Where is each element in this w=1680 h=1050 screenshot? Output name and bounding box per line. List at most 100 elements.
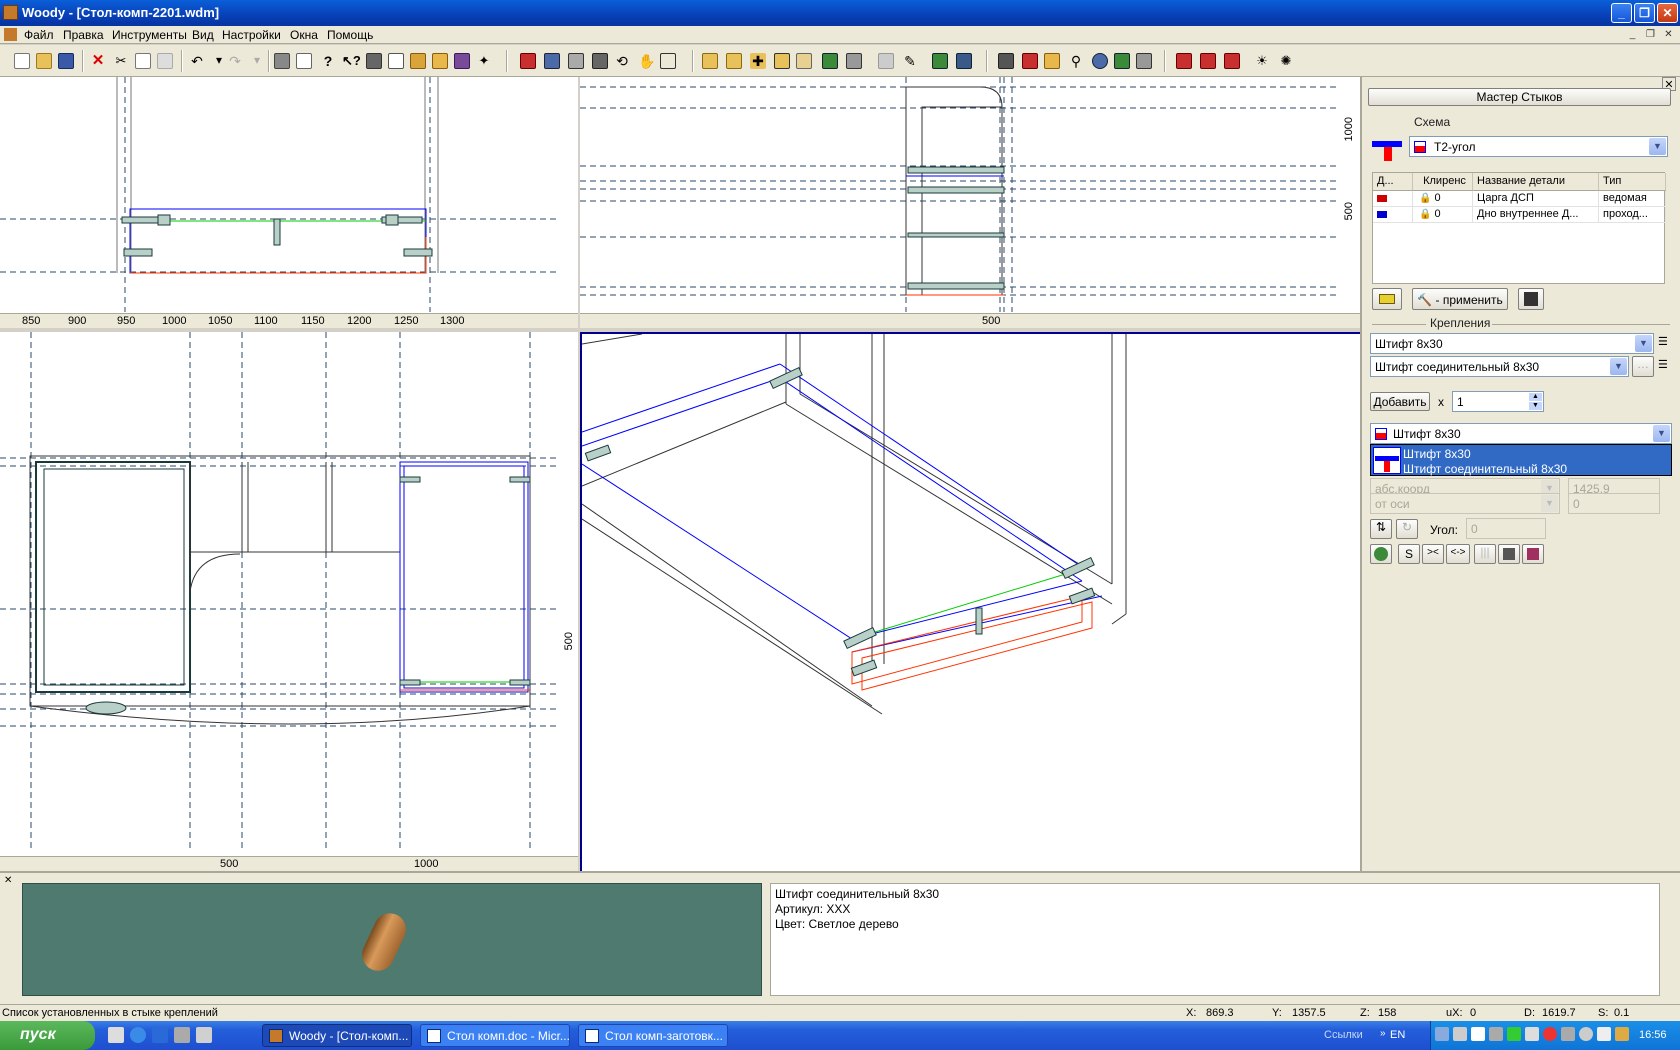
export-icon[interactable] <box>932 53 948 69</box>
explorer-icon[interactable] <box>174 1027 190 1043</box>
col-header-d[interactable]: Д... <box>1373 173 1413 191</box>
material-icon[interactable] <box>410 53 426 69</box>
spin-up-icon[interactable]: ▲ <box>1529 393 1542 401</box>
cube-icon[interactable] <box>878 53 894 69</box>
save-icon[interactable] <box>58 53 74 69</box>
move-icon[interactable]: ✚ <box>750 53 766 69</box>
pan-hand-icon[interactable]: ✋ <box>638 53 655 69</box>
print-preview-icon[interactable] <box>296 53 312 69</box>
apply-button[interactable]: 🔨 - применить <box>1412 288 1508 310</box>
list-icon[interactable]: ☰ <box>1658 358 1672 374</box>
probe-icon[interactable]: ⚲ <box>1068 53 1084 69</box>
task-word-2[interactable]: Стол комп-заготовк... <box>578 1024 728 1047</box>
undo-list-icon[interactable]: ▾ <box>211 53 227 69</box>
eraser-button[interactable] <box>1372 288 1402 310</box>
axis-select[interactable]: от оси ▼ <box>1370 493 1560 514</box>
tray-icon[interactable] <box>1507 1027 1521 1041</box>
show-desktop-icon[interactable] <box>108 1027 124 1043</box>
tray-icon[interactable] <box>1579 1027 1593 1041</box>
tray-icon[interactable] <box>1525 1027 1539 1041</box>
volume-icon[interactable] <box>1471 1027 1485 1041</box>
select-icon[interactable] <box>520 53 536 69</box>
flip-button[interactable]: ⇅ <box>1370 519 1392 539</box>
links-chevron-icon[interactable]: » <box>1380 1028 1386 1039</box>
axis-spinner[interactable]: 0 <box>1568 493 1660 514</box>
viewport-top[interactable]: 850 900 950 1000 1050 1100 1150 1200 125… <box>0 77 578 328</box>
palette-icon[interactable] <box>454 53 470 69</box>
rotate-view-icon[interactable] <box>592 53 608 69</box>
tray-icon[interactable] <box>1561 1027 1575 1041</box>
close-button[interactable]: ✕ <box>1657 3 1678 23</box>
count-spinner[interactable]: 1 ▲ ▼ <box>1452 391 1544 412</box>
folder-icon[interactable] <box>196 1027 212 1043</box>
chevron-down-icon[interactable]: ▼ <box>1541 495 1558 512</box>
pencil-icon[interactable]: ✎ <box>902 53 918 69</box>
properties-button[interactable] <box>1498 544 1520 564</box>
light-icon[interactable]: ☀ <box>1254 53 1270 69</box>
document-icon[interactable] <box>4 28 17 41</box>
import-icon[interactable] <box>1176 53 1192 69</box>
ie-icon[interactable] <box>152 1027 168 1043</box>
browser-icon[interactable] <box>130 1027 146 1043</box>
import-2-icon[interactable] <box>1200 53 1216 69</box>
col-header-clearance[interactable]: Клиренс <box>1413 173 1473 191</box>
book-button[interactable] <box>1522 544 1544 564</box>
cylinder-icon[interactable] <box>1092 53 1108 69</box>
viewport-front[interactable]: 500 150 100 50 1000 500 <box>580 77 1360 328</box>
viewport-3d[interactable] <box>580 332 1360 871</box>
layers-icon[interactable] <box>1114 53 1130 69</box>
library-icon[interactable] <box>366 53 382 69</box>
close-info-icon[interactable]: ✕ <box>4 875 16 887</box>
menu-windows[interactable]: Окна <box>290 28 318 42</box>
tray-icon[interactable] <box>1543 1027 1557 1041</box>
menu-file[interactable]: Файл <box>24 28 54 42</box>
insert-part-icon[interactable] <box>774 53 790 69</box>
stack-icon[interactable] <box>432 53 448 69</box>
selected-fastener-select[interactable]: Штифт 8x30 ▼ <box>1370 423 1672 444</box>
magic-wand-icon[interactable]: ✦ <box>476 53 492 69</box>
menu-edit[interactable]: Правка <box>63 28 104 42</box>
tray-icon[interactable] <box>1435 1027 1449 1041</box>
menu-tools[interactable]: Инструменты <box>112 28 187 42</box>
task-woody[interactable]: Woody - [Стол-комп... <box>262 1024 412 1047</box>
chevron-down-icon[interactable]: ▼ <box>1653 425 1670 442</box>
paste-icon[interactable] <box>157 53 173 69</box>
chevron-down-icon[interactable]: ▼ <box>1635 335 1652 352</box>
col-header-name[interactable]: Название детали <box>1473 173 1599 191</box>
tray-icon[interactable] <box>1489 1027 1503 1041</box>
cut-icon[interactable]: ✂ <box>113 53 129 69</box>
mdi-close-button[interactable]: ✕ <box>1661 28 1676 42</box>
fit-icon[interactable] <box>1136 53 1152 69</box>
dimension-icon[interactable] <box>796 53 812 69</box>
joint-wizard-icon[interactable] <box>998 53 1014 69</box>
save-joint-button[interactable] <box>1518 288 1544 310</box>
redo-icon[interactable]: ↷ <box>227 53 243 69</box>
chevron-down-icon[interactable]: ▼ <box>1610 358 1627 375</box>
color-tool-button[interactable] <box>1370 544 1392 564</box>
inward-button[interactable]: >< <box>1422 544 1444 564</box>
outward-button[interactable]: <-> <box>1446 544 1470 564</box>
mdi-minimize-button[interactable]: _ <box>1625 28 1640 42</box>
orbit-icon[interactable]: ⟲ <box>614 53 630 69</box>
report-icon[interactable] <box>388 53 404 69</box>
col-header-type[interactable]: Тип <box>1599 173 1666 191</box>
restore-button[interactable]: ❐ <box>1634 3 1655 23</box>
fastener-dropdown-list[interactable]: Штифт 8x30 Штифт соединительный 8x30 <box>1370 444 1672 476</box>
clock[interactable]: 16:56 <box>1639 1029 1667 1041</box>
zoom-window-icon[interactable] <box>544 53 560 69</box>
browse-button[interactable]: … <box>1632 356 1654 377</box>
red-box-icon[interactable] <box>1022 53 1038 69</box>
menu-view[interactable]: Вид <box>192 28 214 42</box>
links-toolbar[interactable]: Ссылки <box>1324 1029 1363 1041</box>
context-help-icon[interactable]: ↖? <box>342 53 361 69</box>
language-indicator[interactable]: EN <box>1390 1029 1405 1041</box>
sun-icon[interactable]: ✺ <box>1278 53 1294 69</box>
list-item[interactable]: Штифт 8x30 <box>1403 447 1471 461</box>
new-file-icon[interactable] <box>14 53 30 69</box>
tray-icon[interactable] <box>1453 1027 1467 1041</box>
network-icon[interactable] <box>956 53 972 69</box>
woody-app-icon[interactable] <box>3 5 18 20</box>
spin-down-icon[interactable]: ▼ <box>1529 402 1542 410</box>
hardware-icon[interactable] <box>846 53 862 69</box>
align-button[interactable]: ||| <box>1474 544 1496 564</box>
